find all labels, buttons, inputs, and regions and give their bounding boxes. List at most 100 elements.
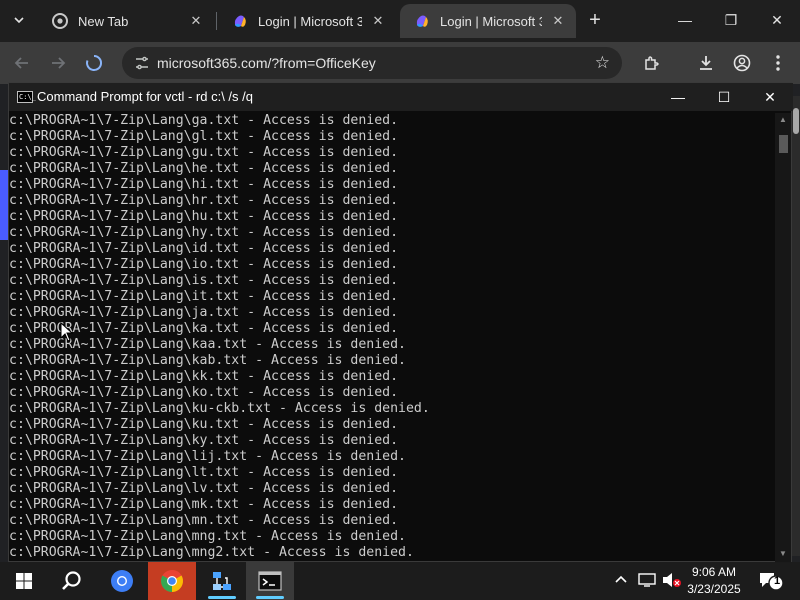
console-line: c:\PROGRA~1\7-Zip\Lang\ku-ckb.txt - Acce… [9, 401, 430, 416]
more-vert-icon [776, 55, 780, 71]
back-button[interactable] [8, 50, 36, 76]
console-line: c:\PROGRA~1\7-Zip\Lang\mn.txt - Access i… [9, 513, 399, 528]
console-line: c:\PROGRA~1\7-Zip\Lang\kaa.txt - Access … [9, 337, 406, 352]
console-line: c:\PROGRA~1\7-Zip\Lang\kab.txt - Access … [9, 353, 406, 368]
system-clock[interactable]: 9:06 AM 3/23/2025 [680, 564, 748, 598]
command-prompt-window[interactable]: C:\_ Command Prompt for vctl - rd c:\ /s… [8, 82, 793, 563]
console-line: c:\PROGRA~1\7-Zip\Lang\mng2.txt - Access… [9, 545, 414, 560]
console-line: c:\PROGRA~1\7-Zip\Lang\he.txt - Access i… [9, 161, 399, 176]
console-line: c:\PROGRA~1\7-Zip\Lang\lij.txt - Access … [9, 449, 406, 464]
console-line: c:\PROGRA~1\7-Zip\Lang\ga.txt - Access i… [9, 113, 399, 128]
cmd-close-button[interactable]: ✕ [747, 83, 793, 111]
console-line: c:\PROGRA~1\7-Zip\Lang\mng.txt - Access … [9, 529, 406, 544]
console-line: c:\PROGRA~1\7-Zip\Lang\is.txt - Access i… [9, 273, 399, 288]
taskbar-chromium[interactable] [98, 562, 146, 600]
console-line: c:\PROGRA~1\7-Zip\Lang\id.txt - Access i… [9, 241, 399, 256]
address-text[interactable]: microsoft365.com/?from=OfficeKey [157, 55, 376, 71]
new-tab-button[interactable]: + [582, 8, 608, 34]
browser-close-button[interactable]: ✕ [754, 0, 800, 40]
downloads-button[interactable] [692, 50, 720, 76]
console-line: c:\PROGRA~1\7-Zip\Lang\ku.txt - Access i… [9, 417, 399, 432]
extensions-button[interactable] [638, 50, 666, 76]
puzzle-icon [645, 56, 659, 70]
console-line: c:\PROGRA~1\7-Zip\Lang\ky.txt - Access i… [9, 433, 399, 448]
network-app-icon [213, 572, 231, 590]
console-line: c:\PROGRA~1\7-Zip\Lang\gu.txt - Access i… [9, 145, 399, 160]
tab-close-icon[interactable]: ✕ [370, 13, 386, 29]
chevron-down-icon [14, 17, 24, 24]
bookmark-star-icon[interactable]: ☆ [595, 53, 610, 73]
console-line: c:\PROGRA~1\7-Zip\Lang\ka.txt - Access i… [9, 321, 399, 336]
console-line: c:\PROGRA~1\7-Zip\Lang\ko.txt - Access i… [9, 385, 399, 400]
tab-new-tab[interactable]: New Tab ✕ [38, 4, 214, 38]
address-bar[interactable]: microsoft365.com/?from=OfficeKey ☆ [122, 47, 622, 79]
forward-button[interactable] [44, 50, 72, 76]
taskbar-search-button[interactable] [48, 562, 96, 600]
tab-divider [216, 12, 217, 30]
page-accent-strip [0, 170, 8, 240]
cmd-minimize-button[interactable]: — [655, 83, 701, 111]
profile-button[interactable] [728, 50, 756, 76]
console-line: c:\PROGRA~1\7-Zip\Lang\gl.txt - Access i… [9, 129, 399, 144]
tab-login-microsoft-365-active[interactable]: Login | Microsoft 365 ✕ [400, 4, 576, 38]
browser-minimize-button[interactable]: — [662, 0, 708, 40]
download-icon [700, 56, 712, 70]
notification-center-button[interactable]: 1 [758, 571, 784, 591]
search-icon [62, 571, 81, 590]
chromium-icon [111, 570, 133, 592]
mouse-pointer-icon [60, 322, 74, 342]
menu-button[interactable] [764, 50, 792, 76]
arrow-left-icon [14, 57, 28, 69]
show-hidden-icons-chevron-up-icon[interactable] [614, 572, 628, 589]
console-line: c:\PROGRA~1\7-Zip\Lang\lt.txt - Access i… [9, 465, 399, 480]
volume-muted-icon[interactable] [662, 572, 682, 591]
command-prompt-icon: C:\_ [17, 91, 36, 103]
taskbar-chrome[interactable] [148, 562, 196, 600]
console-line: c:\PROGRA~1\7-Zip\Lang\lv.txt - Access i… [9, 481, 399, 496]
arrow-right-icon [52, 57, 66, 69]
console-scrollbar-thumb[interactable] [779, 135, 788, 153]
console-line: c:\PROGRA~1\7-Zip\Lang\hy.txt - Access i… [9, 225, 399, 240]
loading-spinner[interactable] [80, 50, 108, 76]
console-line: c:\PROGRA~1\7-Zip\Lang\ja.txt - Access i… [9, 305, 399, 320]
chrome-icon [161, 570, 183, 592]
loading-spinner-icon [86, 54, 103, 71]
taskbar: 9:06 AM 3/23/2025 1 [0, 562, 800, 600]
notification-count-badge: 1 [773, 575, 781, 587]
page-scrollbar[interactable] [792, 96, 800, 556]
site-info-icon[interactable] [134, 55, 150, 71]
start-button[interactable] [0, 562, 48, 600]
microsoft-365-icon [416, 15, 428, 27]
console-line: c:\PROGRA~1\7-Zip\Lang\it.txt - Access i… [9, 289, 399, 304]
microsoft-365-icon [234, 15, 246, 27]
console-scrollbar[interactable]: ▲ ▼ [775, 113, 791, 563]
scroll-up-arrow-icon[interactable]: ▲ [775, 115, 791, 127]
console-output[interactable]: c:\PROGRA~1\7-Zip\Lang\ga.txt - Access i… [9, 113, 775, 563]
tab-close-icon[interactable]: ✕ [550, 13, 566, 29]
console-line: c:\PROGRA~1\7-Zip\Lang\hr.txt - Access i… [9, 193, 399, 208]
browser-tab-strip: New Tab ✕ Login | Microsoft 365 ✕ Login … [0, 0, 800, 42]
tab-close-icon[interactable]: ✕ [188, 13, 204, 29]
cmd-maximize-button[interactable]: ☐ [701, 83, 747, 111]
browser-maximize-button[interactable]: ❐ [708, 0, 754, 40]
taskbar-network-app[interactable] [198, 562, 246, 600]
tab-title: New Tab [78, 13, 129, 29]
clock-time: 9:06 AM [691, 565, 737, 579]
console-line: c:\PROGRA~1\7-Zip\Lang\hu.txt - Access i… [9, 209, 399, 224]
clock-date: 3/23/2025 [687, 582, 741, 596]
taskbar-command-prompt[interactable] [246, 562, 294, 600]
tab-title: Login | Microsoft 365 [440, 13, 542, 29]
chrome-icon [52, 13, 68, 29]
network-icon[interactable] [638, 572, 656, 591]
scroll-down-arrow-icon[interactable]: ▼ [775, 549, 791, 561]
cmd-title-bar[interactable]: C:\_ Command Prompt for vctl - rd c:\ /s… [9, 83, 793, 111]
console-line: c:\PROGRA~1\7-Zip\Lang\mk.txt - Access i… [9, 497, 399, 512]
browser-toolbar: microsoft365.com/?from=OfficeKey ☆ [0, 42, 800, 84]
account-circle-icon [733, 54, 751, 72]
scrollbar-thumb[interactable] [793, 108, 799, 134]
console-line: c:\PROGRA~1\7-Zip\Lang\io.txt - Access i… [9, 257, 399, 272]
tab-title: Login | Microsoft 365 [258, 13, 362, 29]
tab-login-microsoft-365[interactable]: Login | Microsoft 365 ✕ [218, 4, 396, 38]
tab-search-button[interactable] [4, 6, 34, 34]
windows-logo-icon [16, 573, 32, 589]
